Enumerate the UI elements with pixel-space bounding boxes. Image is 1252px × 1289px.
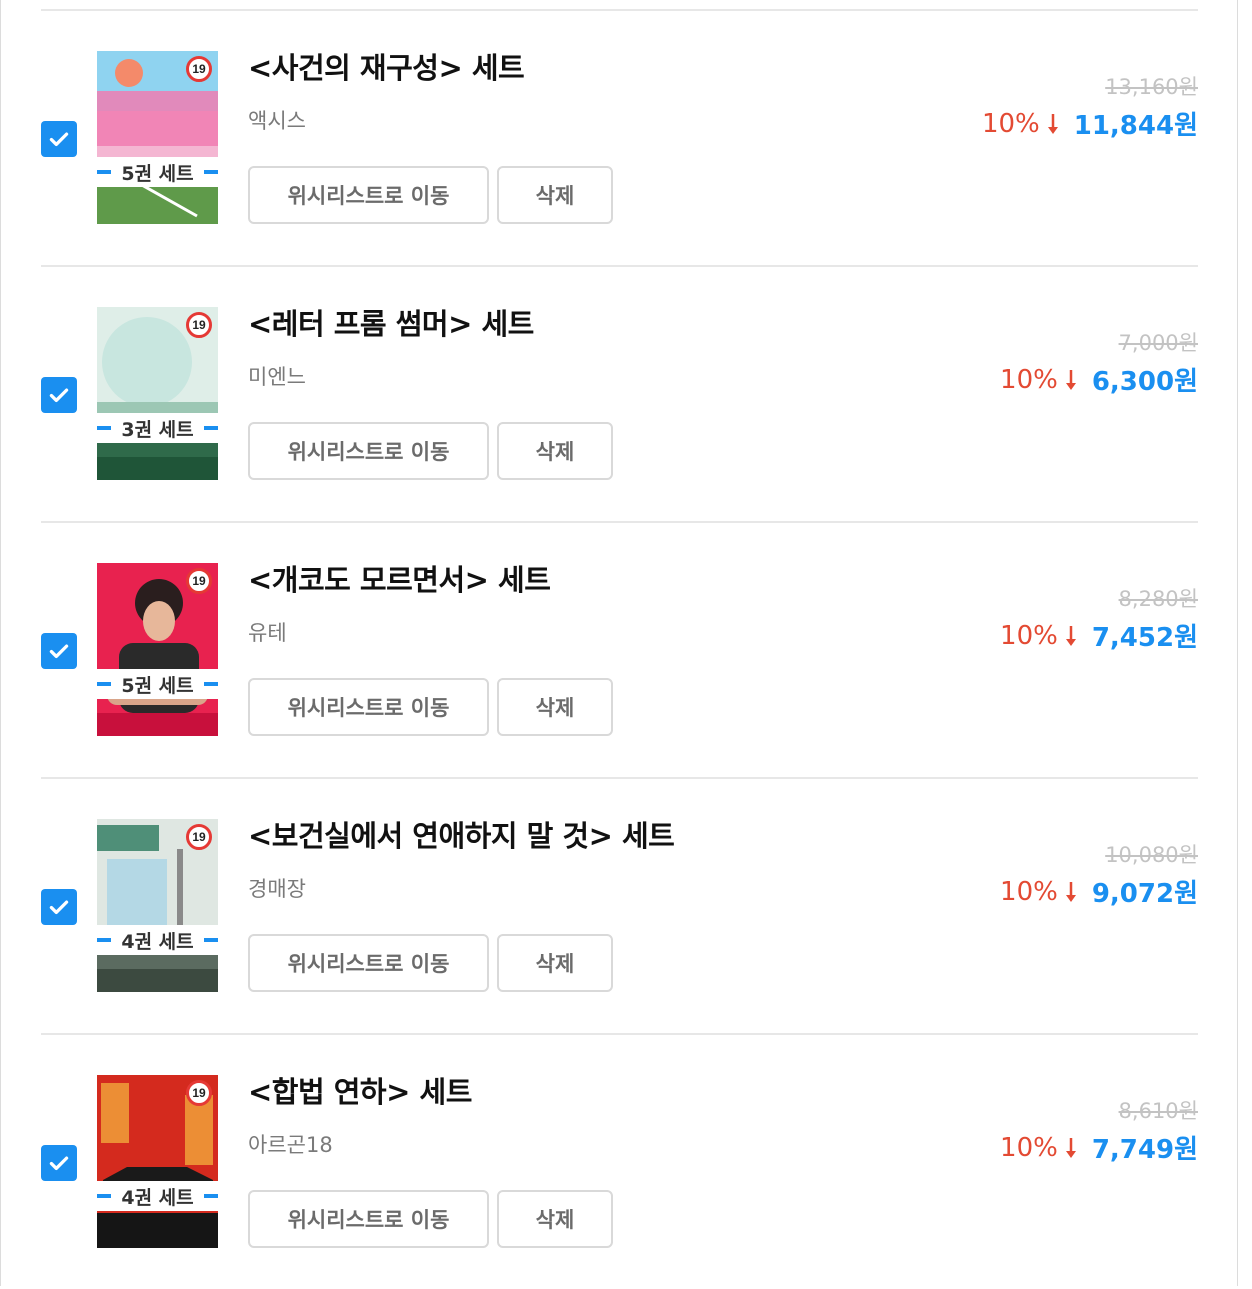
arrow-down-icon <box>1065 369 1076 390</box>
cart-item: 19 5권 세트 <개코도 모르면서> 세트 유테 위시리스트로 이동 삭제 8… <box>41 521 1198 777</box>
original-price: 7,000원 <box>1118 331 1198 355</box>
book-cover[interactable]: 19 <box>97 307 218 480</box>
set-count-label: 4권 세트 <box>121 930 194 953</box>
delete-button[interactable]: 삭제 <box>497 678 613 736</box>
item-checkbox[interactable] <box>41 377 77 413</box>
price-line: 10% 11,844원 <box>982 105 1198 142</box>
move-to-wishlist-button[interactable]: 위시리스트로 이동 <box>248 934 489 992</box>
delete-button[interactable]: 삭제 <box>497 934 613 992</box>
checkmark-icon <box>49 1156 69 1171</box>
move-to-wishlist-button[interactable]: 위시리스트로 이동 <box>248 678 489 736</box>
item-checkbox[interactable] <box>41 633 77 669</box>
discount-rate: 10% <box>1000 364 1058 395</box>
original-price: 8,610원 <box>1118 1099 1198 1123</box>
set-count-label: 4권 세트 <box>121 1186 194 1209</box>
item-title[interactable]: <사건의 재구성> 세트 <box>248 45 525 87</box>
sale-price: 9,072원 <box>1091 879 1198 909</box>
price-line: 10% 7,749원 <box>1000 1129 1198 1166</box>
price-line: 10% 9,072원 <box>1000 873 1198 910</box>
set-count-band: 3권 세트 <box>97 413 218 443</box>
age-19-badge: 19 <box>186 312 212 338</box>
set-count-label: 5권 세트 <box>121 674 194 697</box>
arrow-down-icon <box>1065 1137 1076 1158</box>
book-cover[interactable]: 19 <box>97 819 218 992</box>
book-cover[interactable]: 19 <box>97 51 218 224</box>
set-count-label: 3권 세트 <box>121 418 194 441</box>
delete-button[interactable]: 삭제 <box>497 166 613 224</box>
item-title[interactable]: <개코도 모르면서> 세트 <box>248 557 551 599</box>
sale-price: 7,749원 <box>1091 1135 1198 1165</box>
move-to-wishlist-button[interactable]: 위시리스트로 이동 <box>248 166 489 224</box>
original-price: 8,280원 <box>1118 587 1198 611</box>
sale-price: 6,300원 <box>1091 367 1198 397</box>
checkmark-icon <box>49 132 69 147</box>
discount-rate: 10% <box>1000 620 1058 651</box>
discount-rate: 10% <box>1000 876 1058 907</box>
cart-item: 19 5권 세트 <사건의 재구성> 세트 액시스 위시리스트로 이동 삭제 1… <box>41 9 1198 265</box>
arrow-down-icon <box>1047 113 1058 134</box>
age-19-badge: 19 <box>186 568 212 594</box>
checkmark-icon <box>49 900 69 915</box>
set-count-band: 4권 세트 <box>97 1181 218 1211</box>
item-author[interactable]: 액시스 <box>248 105 306 135</box>
arrow-down-icon <box>1065 625 1076 646</box>
item-author[interactable]: 유테 <box>248 617 287 647</box>
set-count-band: 5권 세트 <box>97 157 218 187</box>
delete-button[interactable]: 삭제 <box>497 422 613 480</box>
original-price: 10,080원 <box>1105 843 1198 867</box>
original-price: 13,160원 <box>1105 75 1198 99</box>
discount-rate: 10% <box>1000 1132 1058 1163</box>
checkmark-icon <box>49 644 69 659</box>
checkmark-icon <box>49 388 69 403</box>
item-checkbox[interactable] <box>41 121 77 157</box>
cart-item: 19 3권 세트 <레터 프롬 썸머> 세트 미엔느 위시리스트로 이동 삭제 … <box>41 265 1198 521</box>
cart-item: 19 4권 세트 <합법 연하> 세트 아르곤18 위시리스트로 이동 삭제 8… <box>41 1033 1198 1289</box>
cart-panel: 19 5권 세트 <사건의 재구성> 세트 액시스 위시리스트로 이동 삭제 1… <box>0 0 1238 1286</box>
move-to-wishlist-button[interactable]: 위시리스트로 이동 <box>248 422 489 480</box>
move-to-wishlist-button[interactable]: 위시리스트로 이동 <box>248 1190 489 1248</box>
age-19-badge: 19 <box>186 1080 212 1106</box>
item-checkbox[interactable] <box>41 1145 77 1181</box>
cart-item-list: 19 5권 세트 <사건의 재구성> 세트 액시스 위시리스트로 이동 삭제 1… <box>41 9 1198 1289</box>
age-19-badge: 19 <box>186 824 212 850</box>
set-count-band: 4권 세트 <box>97 925 218 955</box>
item-author[interactable]: 미엔느 <box>248 361 306 391</box>
item-author[interactable]: 아르곤18 <box>248 1129 333 1159</box>
cart-item: 19 4권 세트 <보건실에서 연애하지 말 것> 세트 경매장 위시리스트로 … <box>41 777 1198 1033</box>
book-cover[interactable]: 19 <box>97 1075 218 1248</box>
item-checkbox[interactable] <box>41 889 77 925</box>
price-line: 10% 6,300원 <box>1000 361 1198 398</box>
sale-price: 11,844원 <box>1073 111 1198 141</box>
set-count-band: 5권 세트 <box>97 669 218 699</box>
item-title[interactable]: <합법 연하> 세트 <box>248 1069 472 1111</box>
item-title[interactable]: <레터 프롬 썸머> 세트 <box>248 301 534 343</box>
delete-button[interactable]: 삭제 <box>497 1190 613 1248</box>
price-line: 10% 7,452원 <box>1000 617 1198 654</box>
item-title[interactable]: <보건실에서 연애하지 말 것> 세트 <box>248 813 675 855</box>
book-cover[interactable]: 19 <box>97 563 218 736</box>
sale-price: 7,452원 <box>1091 623 1198 653</box>
set-count-label: 5권 세트 <box>121 162 194 185</box>
arrow-down-icon <box>1065 881 1076 902</box>
discount-rate: 10% <box>981 108 1040 139</box>
item-author[interactable]: 경매장 <box>248 873 306 903</box>
age-19-badge: 19 <box>186 56 212 82</box>
